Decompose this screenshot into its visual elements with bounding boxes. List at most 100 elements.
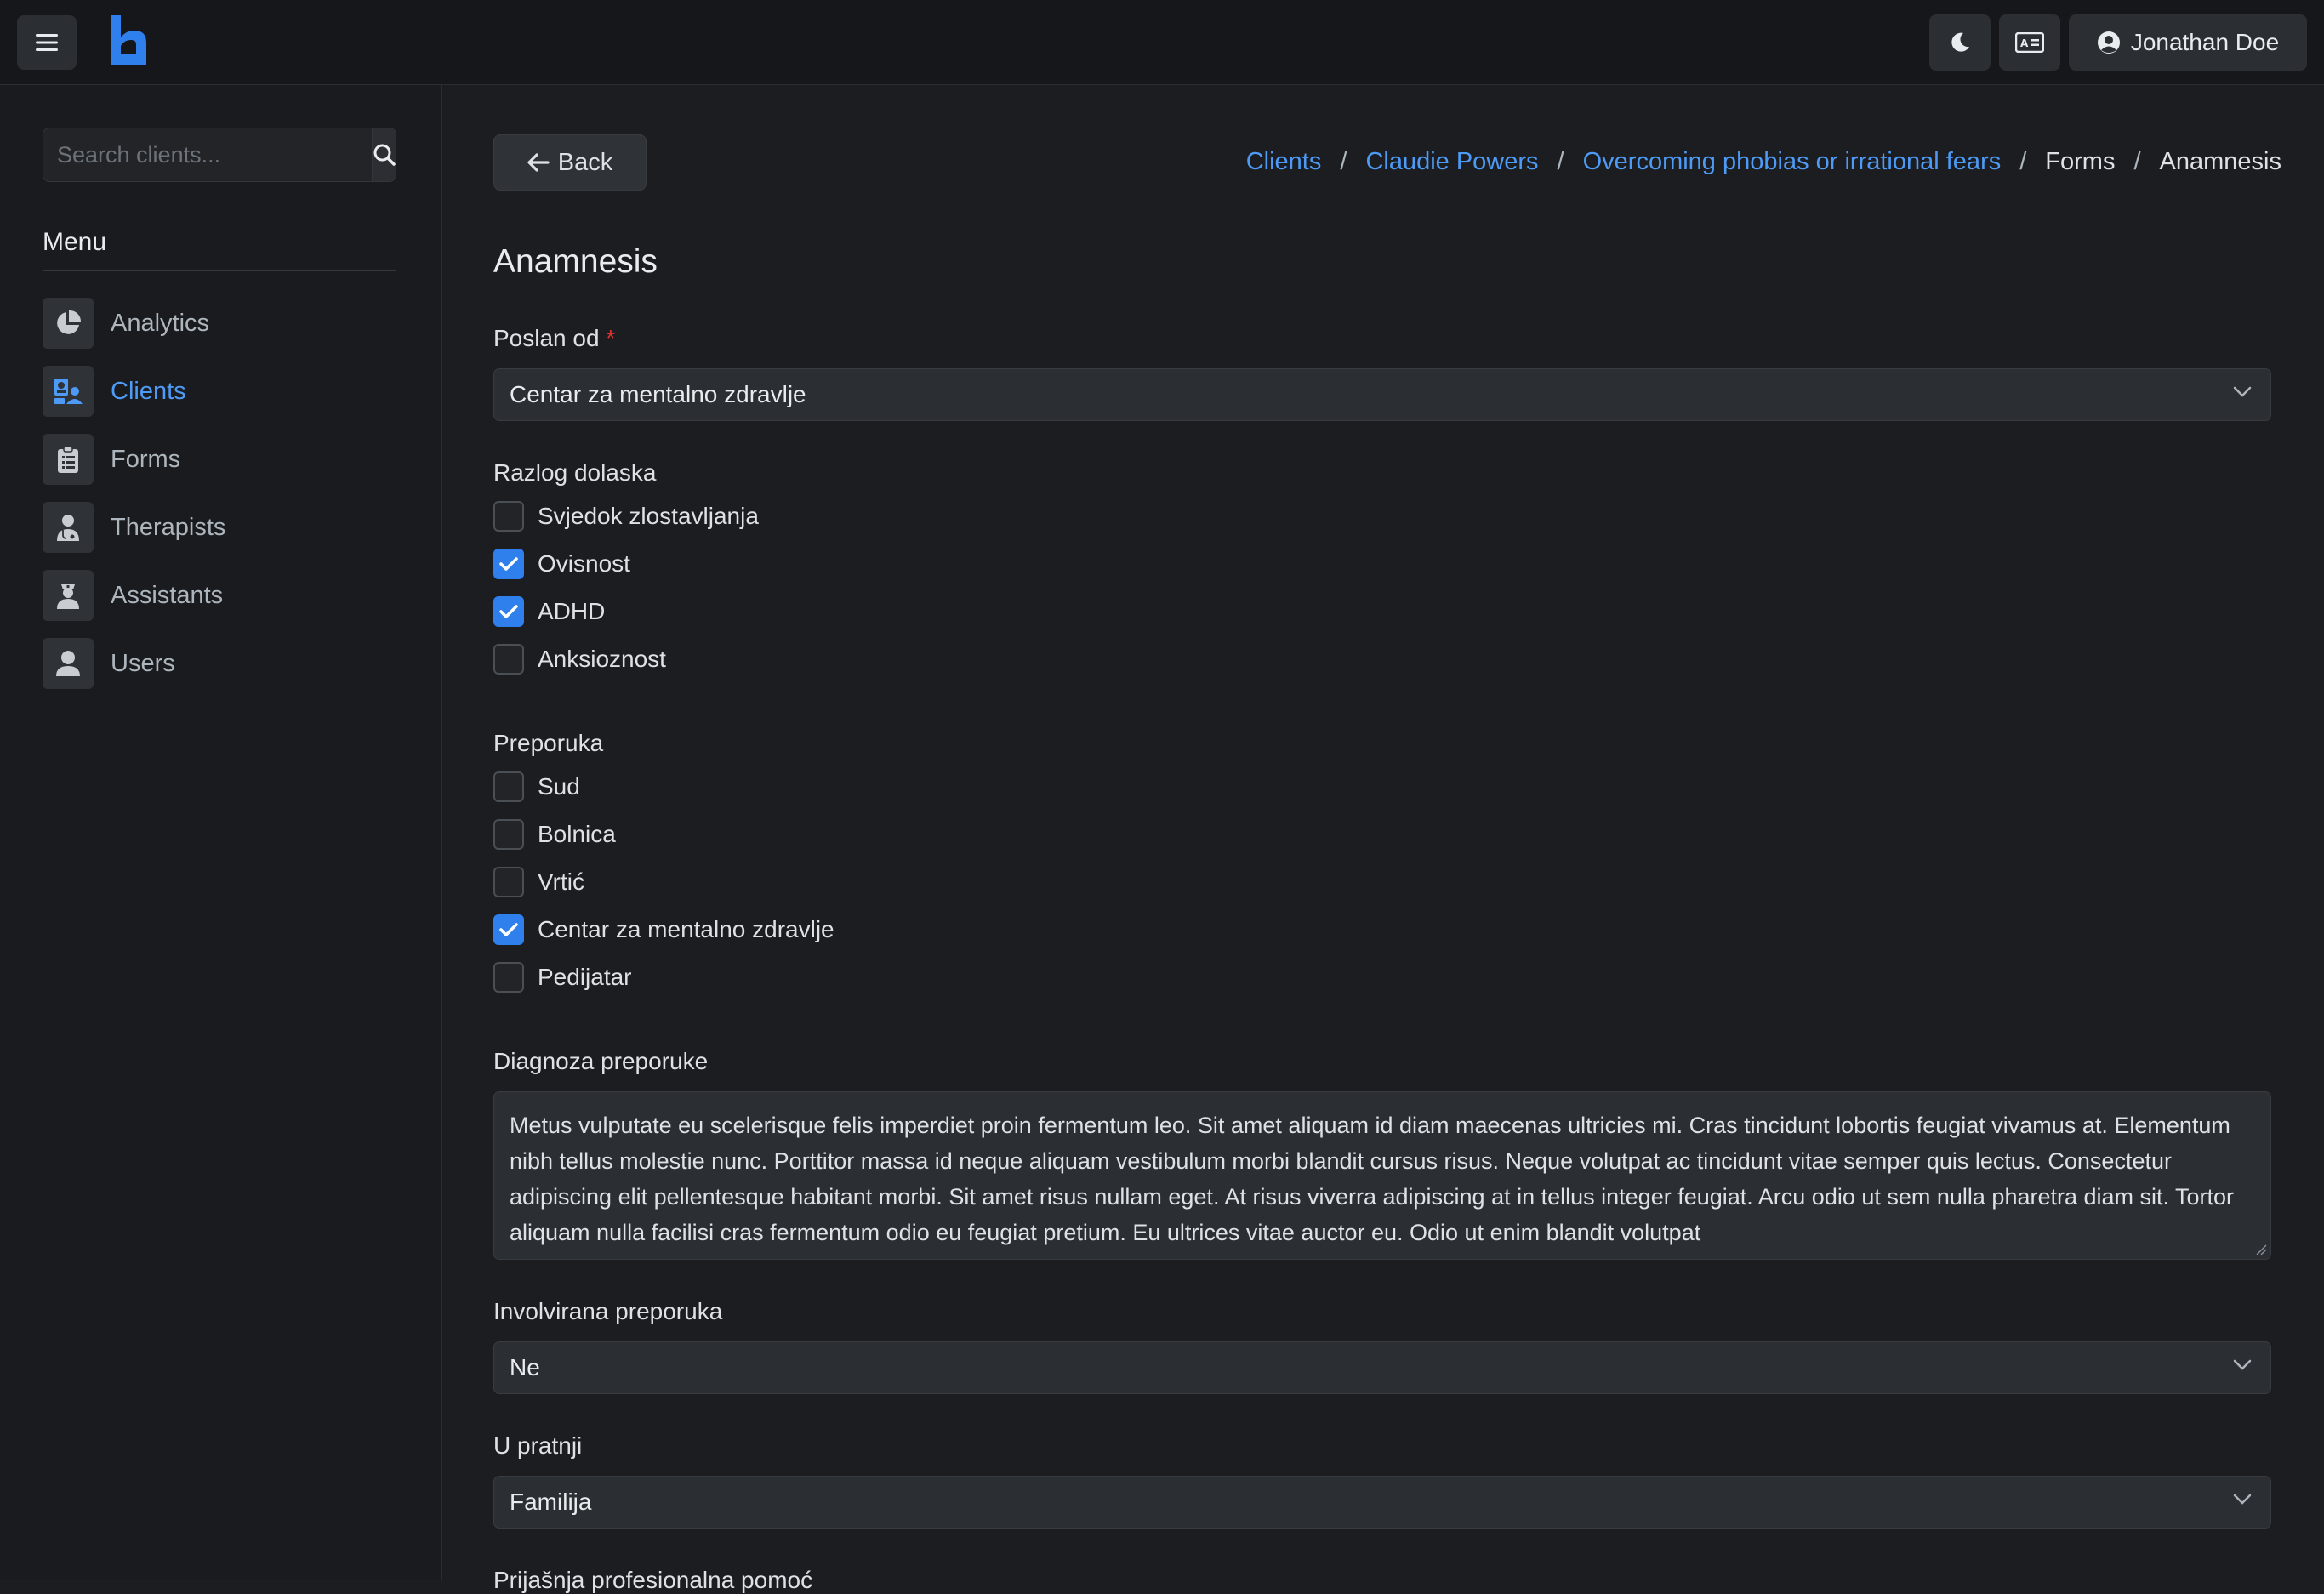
breadcrumb-clients[interactable]: Clients — [1246, 148, 1322, 176]
diagnoza-preporuke-textarea[interactable]: Metus vulputate eu scelerisque felis imp… — [493, 1091, 2271, 1260]
check-icon — [499, 605, 518, 618]
involvirana-preporuka-select[interactable]: Ne — [493, 1341, 2271, 1394]
checkbox-label: Pedijatar — [538, 964, 632, 990]
checkbox-label: Ovisnost — [538, 550, 630, 577]
checkbox-checked[interactable] — [493, 914, 524, 945]
checkbox-svjedok-zlostavljanja[interactable]: Svjedok zlostavljanja — [493, 499, 759, 533]
resize-grip-icon[interactable] — [2255, 1244, 2267, 1255]
chevron-down-icon — [2233, 386, 2252, 397]
checkbox-label: Bolnica — [538, 821, 616, 847]
sidebar-item-label: Users — [111, 649, 175, 677]
sidebar-item-analytics[interactable]: Analytics — [43, 289, 396, 357]
checkbox-label: Svjedok zlostavljanja — [538, 503, 759, 529]
sidebar-item-label: Analytics — [111, 309, 210, 337]
search-input[interactable] — [43, 128, 372, 181]
breadcrumb: Clients / Claudie Powers / Overcoming ph… — [1246, 148, 2281, 176]
checkbox[interactable] — [493, 819, 524, 850]
sidebar-item-label: Assistants — [111, 581, 224, 609]
sidebar-item-forms[interactable]: Forms — [43, 425, 396, 493]
breadcrumb-separator: / — [1340, 148, 1347, 175]
sidebar-item-assistants[interactable]: Assistants — [43, 561, 396, 629]
diagnoza-preporuke-value: Metus vulputate eu scelerisque felis imp… — [510, 1113, 2235, 1245]
client-search — [43, 128, 396, 182]
diagnoza-preporuke-label: Diagnoza preporuke — [493, 1048, 709, 1074]
breadcrumb-case[interactable]: Overcoming phobias or irrational fears — [1583, 148, 2002, 176]
pie-chart-icon — [43, 298, 94, 349]
checkbox-ovisnost[interactable]: Ovisnost — [493, 547, 630, 581]
id-card-icon: A — [2015, 32, 2044, 53]
required-mark: * — [606, 325, 616, 351]
check-icon — [499, 923, 518, 936]
checkbox-vrtic[interactable]: Vrtić — [493, 865, 584, 899]
hamburger-icon — [36, 34, 58, 51]
back-button[interactable]: Back — [493, 134, 647, 191]
poslan-od-value: Centar za mentalno zdravlje — [510, 381, 806, 407]
checkbox[interactable] — [493, 501, 524, 532]
involvirana-preporuka-label: Involvirana preporuka — [493, 1298, 723, 1324]
checkbox-checked[interactable] — [493, 596, 524, 627]
checkbox-sud[interactable]: Sud — [493, 770, 580, 804]
poslan-od-select[interactable]: Centar za mentalno zdravlje — [493, 368, 2271, 421]
checkbox-label: Anksioznost — [538, 646, 666, 672]
u-pratnji-label: U pratnji — [493, 1432, 583, 1459]
theme-toggle-button[interactable] — [1929, 14, 1991, 71]
brand-logo[interactable] — [109, 15, 150, 66]
checkbox-centar-za-mentalno-zdravlje[interactable]: Centar za mentalno zdravlje — [493, 913, 834, 947]
user-circle-icon — [2097, 31, 2120, 54]
breadcrumb-client[interactable]: Claudie Powers — [1365, 148, 1538, 176]
checkbox-anksioznost[interactable]: Anksioznost — [493, 642, 666, 676]
checkbox-checked[interactable] — [493, 549, 524, 579]
nurse-icon — [43, 570, 94, 621]
breadcrumb-forms: Forms — [2045, 148, 2116, 175]
svg-text:A: A — [2020, 37, 2029, 49]
sidebar-item-users[interactable]: Users — [43, 629, 396, 697]
back-label: Back — [557, 148, 613, 176]
clients-icon — [43, 366, 94, 417]
breadcrumb-current: Anamnesis — [2159, 148, 2281, 175]
doctor-icon — [43, 502, 94, 553]
user-icon — [43, 638, 94, 689]
sidebar-item-label: Forms — [111, 445, 181, 473]
checkbox-bolnica[interactable]: Bolnica — [493, 817, 616, 851]
search-button[interactable] — [372, 128, 396, 181]
main-content: Back Clients / Claudie Powers / Overcomi… — [442, 85, 2324, 1593]
checkbox-label: Sud — [538, 773, 580, 800]
id-card-button[interactable]: A — [1999, 14, 2060, 71]
checkbox[interactable] — [493, 867, 524, 897]
poslan-od-label: Poslan od * — [493, 325, 615, 352]
moon-icon — [1951, 32, 1969, 52]
checkbox-label: Centar za mentalno zdravlje — [538, 916, 834, 942]
checkbox-adhd[interactable]: ADHD — [493, 595, 605, 629]
user-menu-button[interactable]: Jonathan Doe — [2069, 14, 2307, 71]
check-icon — [499, 557, 518, 571]
razlog-dolaska-label: Razlog dolaska — [493, 459, 657, 486]
sidebar-menu: Analytics Clients Forms Therapists Assis… — [43, 289, 396, 697]
preporuka-label: Preporuka — [493, 730, 604, 756]
checkbox[interactable] — [493, 771, 524, 802]
menu-divider — [43, 270, 396, 271]
menu-title: Menu — [43, 228, 107, 256]
sidebar-item-label: Therapists — [111, 513, 226, 541]
menu-toggle-button[interactable] — [17, 15, 77, 70]
checkbox[interactable] — [493, 962, 524, 993]
checkbox[interactable] — [493, 644, 524, 675]
top-navbar: A Jonathan Doe — [0, 0, 2324, 85]
chevron-down-icon — [2233, 1494, 2252, 1505]
poslan-od-label-text: Poslan od — [493, 325, 600, 351]
sidebar-item-clients[interactable]: Clients — [43, 357, 396, 425]
checkbox-label: ADHD — [538, 598, 606, 624]
breadcrumb-separator: / — [2019, 148, 2027, 175]
prijasnja-pomoc-label: Prijašnja profesionalna pomoć — [493, 1567, 813, 1593]
sidebar: Menu Analytics — [0, 85, 442, 1580]
involvirana-preporuka-value: Ne — [510, 1354, 540, 1381]
sidebar-item-therapists[interactable]: Therapists — [43, 493, 396, 561]
breadcrumb-separator: / — [1557, 148, 1564, 175]
page-title: Anamnesis — [493, 243, 658, 280]
breadcrumb-separator: / — [2133, 148, 2141, 175]
sidebar-item-label: Clients — [111, 377, 186, 405]
clipboard-icon — [43, 434, 94, 485]
u-pratnji-value: Familija — [510, 1489, 592, 1515]
u-pratnji-select[interactable]: Familija — [493, 1476, 2271, 1529]
checkbox-pedijatar[interactable]: Pedijatar — [493, 960, 632, 994]
search-icon — [373, 144, 396, 166]
